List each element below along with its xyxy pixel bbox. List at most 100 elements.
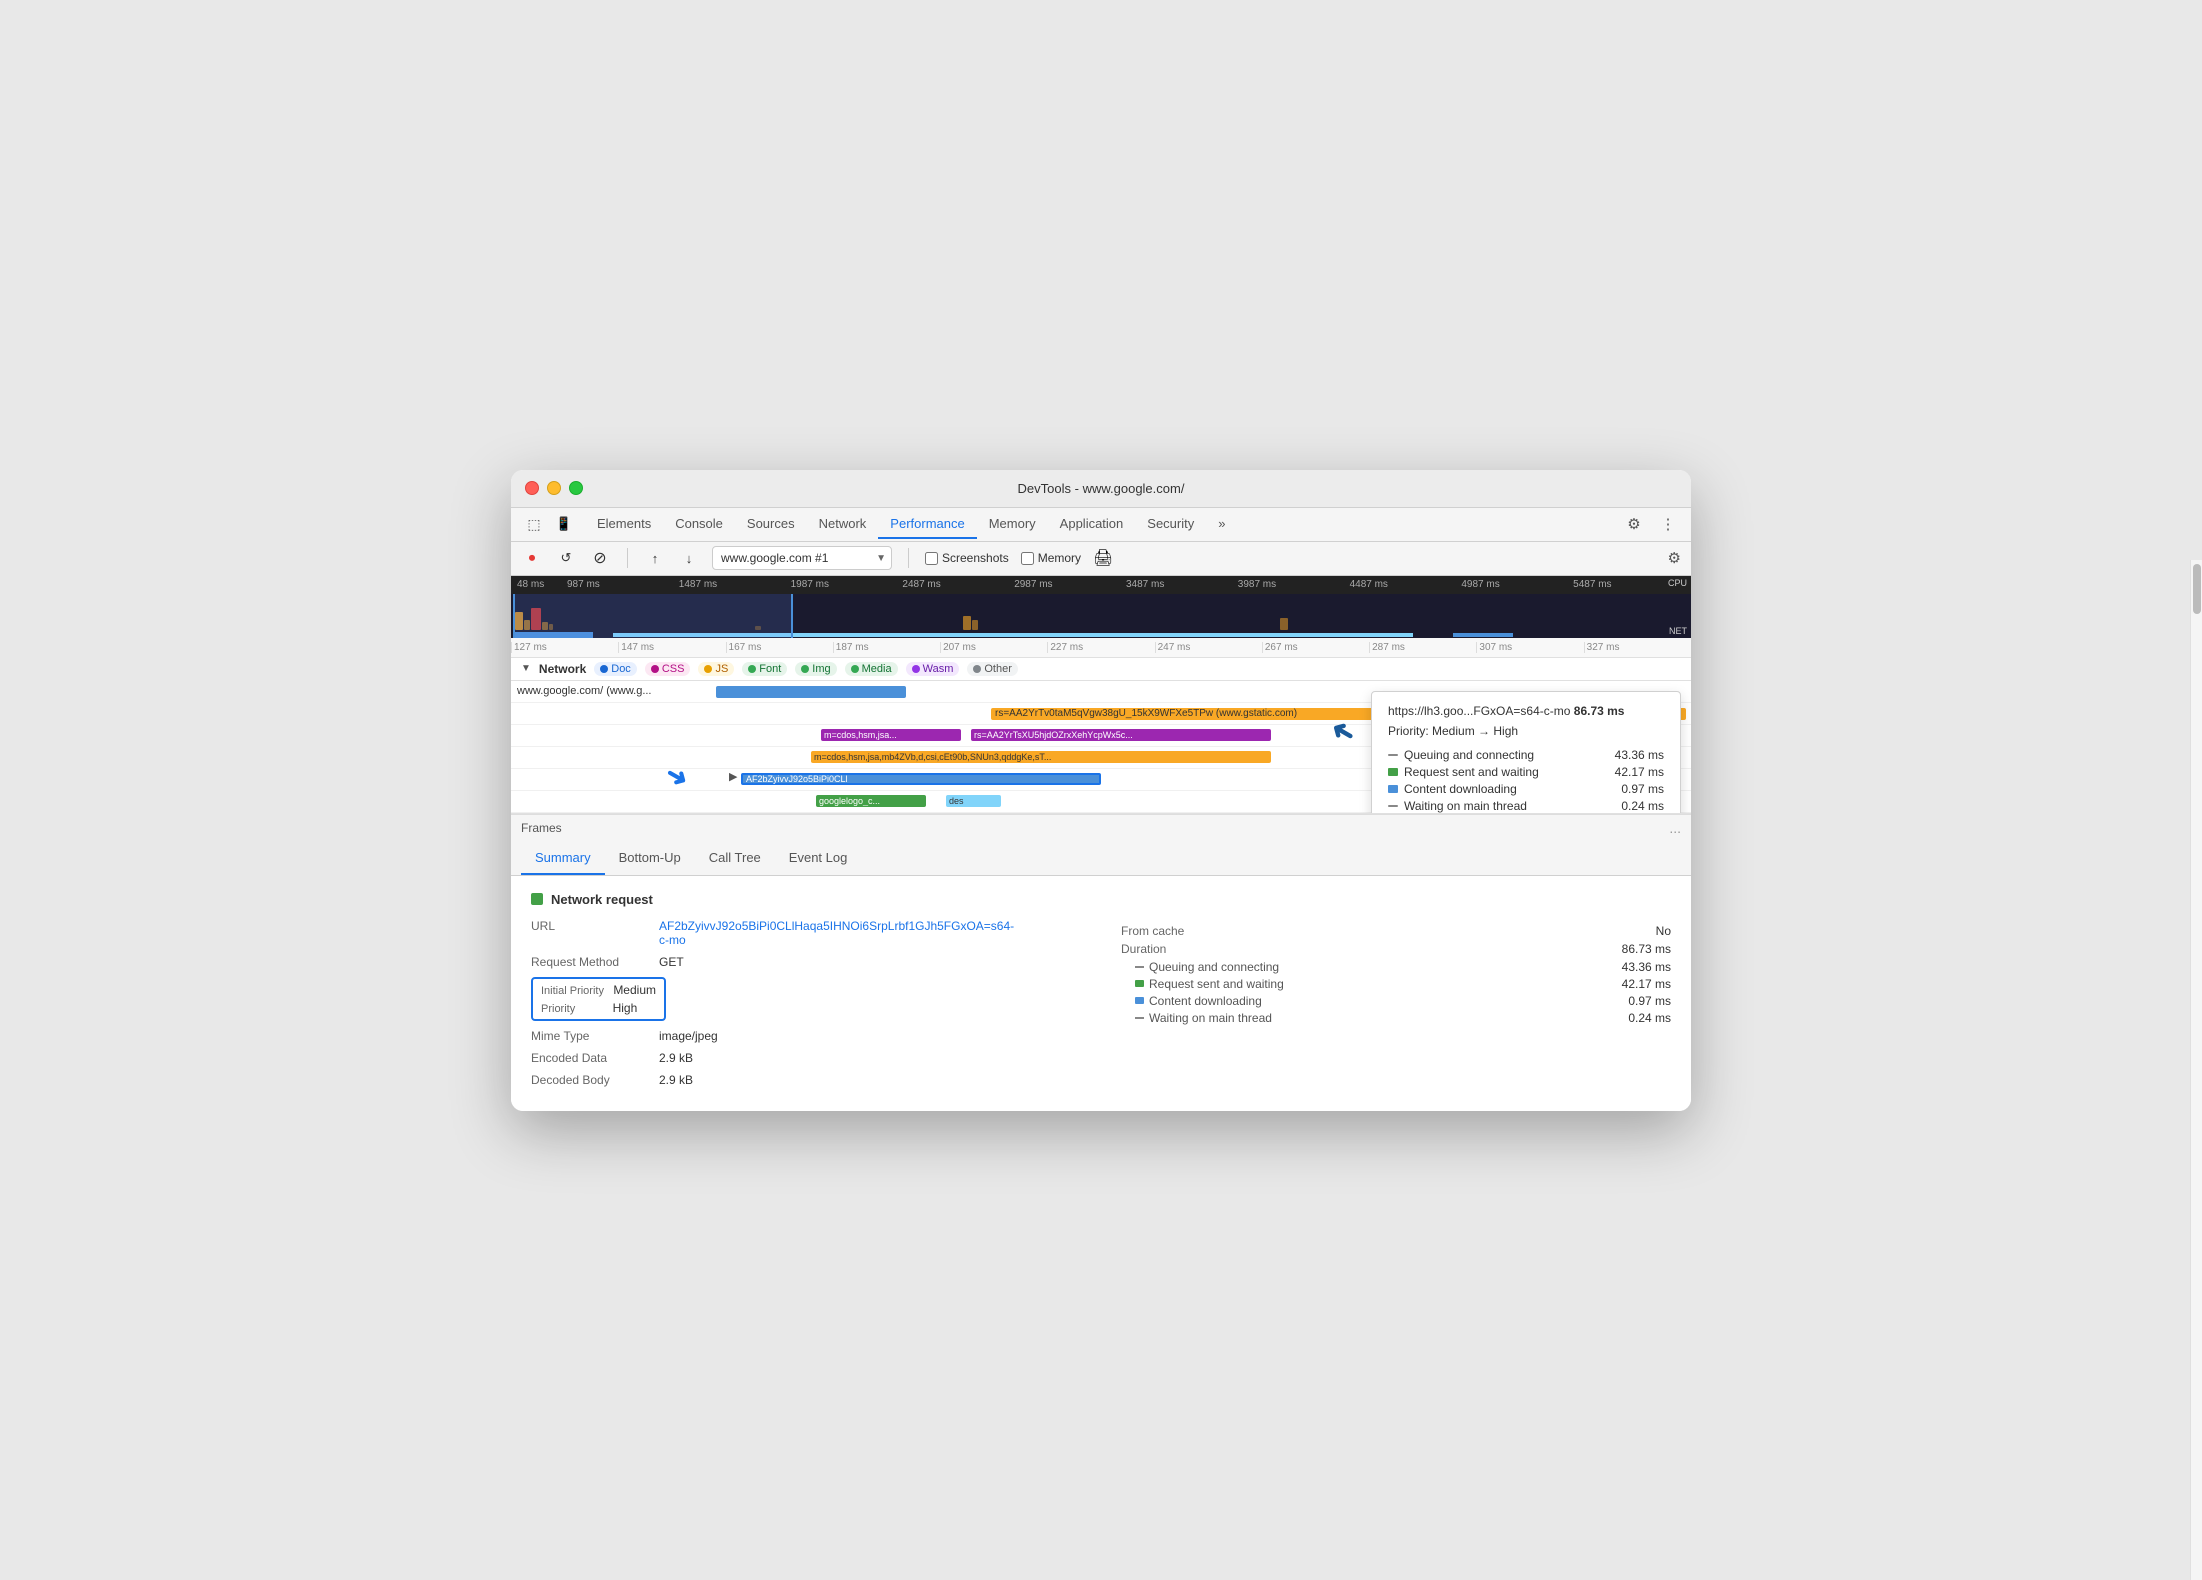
right-sub-row-1: Request sent and waiting 42.17 ms [1121, 977, 1671, 991]
frames-dots: ... [1669, 820, 1681, 836]
mini-line-icon-0 [1135, 966, 1144, 968]
tab-call-tree[interactable]: Call Tree [695, 842, 775, 875]
tab-memory[interactable]: Memory [977, 510, 1048, 539]
row-label-4: m=cdos,hsm,jsa,mb4ZVb,d,csi,cEt90b,SNUn3… [814, 752, 1051, 762]
tooltip-line-icon-3 [1388, 805, 1398, 807]
memory-checkbox[interactable] [1021, 552, 1034, 565]
more-options-icon[interactable]: ⋮ [1655, 511, 1681, 537]
memory-checkbox-group[interactable]: Memory [1021, 551, 1081, 565]
filter-wasm[interactable]: Wasm [906, 662, 960, 676]
section-title-text: Network request [551, 892, 653, 907]
priority-box: Initial Priority Medium Priority High [531, 977, 666, 1021]
tab-summary[interactable]: Summary [521, 842, 605, 875]
initial-priority-label: Initial Priority [541, 985, 604, 997]
filter-doc[interactable]: Doc [594, 662, 637, 676]
settings-icon[interactable]: ⚙ [1621, 511, 1647, 537]
traffic-lights [525, 481, 583, 495]
url-dropdown[interactable]: www.google.com #1 [712, 546, 892, 570]
filter-media[interactable]: Media [845, 662, 898, 676]
frames-bar: Frames ... [511, 814, 1691, 842]
inspector-icon[interactable]: ⬚ [521, 511, 547, 537]
duration-row: Duration 86.73 ms [1121, 942, 1671, 956]
refresh-record-button[interactable]: ↺ [555, 547, 577, 569]
ruler-307: 307 ms [1476, 642, 1583, 653]
network-timeline: ▼ Network Doc CSS JS Font Img Media Wasm… [511, 658, 1691, 814]
section-dot-icon [531, 893, 543, 905]
minimize-button[interactable] [547, 481, 561, 495]
tab-application[interactable]: Application [1048, 510, 1136, 539]
filter-css[interactable]: CSS [645, 662, 691, 676]
url-row: URL AF2bZyivvJ92o5BiPi0CLlHaqa5IHNOi6Srp… [531, 919, 1081, 947]
decoded-body-row: Decoded Body 2.9 kB [531, 1073, 1081, 1087]
tooltip-line-icon-0 [1388, 754, 1398, 756]
maximize-button[interactable] [569, 481, 583, 495]
tab-sources[interactable]: Sources [735, 510, 807, 539]
screenshots-checkbox-group[interactable]: Screenshots [925, 551, 1009, 565]
row-label-6: googlelogo_c... [819, 796, 880, 806]
frames-label: Frames [521, 821, 562, 835]
performance-settings-icon[interactable]: ⚙ [1668, 549, 1681, 567]
record-button[interactable]: ⏺ [521, 547, 543, 569]
tooltip-row-1: Request sent and waiting 42.17 ms [1388, 765, 1664, 779]
url-value: AF2bZyivvJ92o5BiPi0CLlHaqa5IHNOi6SrpLrbf… [659, 919, 1014, 947]
mime-type-label: Mime Type [531, 1029, 651, 1043]
tab-console[interactable]: Console [663, 510, 735, 539]
detailed-ruler: 127 ms 147 ms 167 ms 187 ms 207 ms 227 m… [511, 638, 1691, 658]
priority-label: Priority [541, 1003, 575, 1015]
from-cache-row: From cache No [1121, 924, 1671, 938]
network-collapse-icon[interactable]: ▼ [521, 663, 531, 674]
ruler-label-0: 48 ms [517, 579, 567, 590]
encoded-label: Encoded Data [531, 1051, 651, 1065]
duration-value: 86.73 ms [1622, 942, 1671, 956]
tab-event-log[interactable]: Event Log [775, 842, 862, 875]
close-button[interactable] [525, 481, 539, 495]
device-icon[interactable]: 📱 [551, 511, 577, 537]
mini-bar-icon-1 [1135, 980, 1144, 987]
section-title: Network request [531, 892, 1081, 907]
tab-elements[interactable]: Elements [585, 510, 663, 539]
right-sub-row-0: Queuing and connecting 43.36 ms [1121, 960, 1671, 974]
memory-icon[interactable]: 🖨 [1093, 548, 1113, 568]
upload-button[interactable]: ↑ [644, 547, 666, 569]
screenshots-label: Screenshots [942, 551, 1009, 565]
tab-network[interactable]: Network [807, 510, 879, 539]
row-label-0: www.google.com/ (www.g... [517, 685, 717, 697]
tooltip-row-2: Content downloading 0.97 ms [1388, 782, 1664, 796]
download-button[interactable]: ↓ [678, 547, 700, 569]
row-label-1: rs=AA2YrTv0taM5qVgw38gU_15kX9WFXe5TPw (w… [995, 708, 1297, 719]
tab-bottom-up[interactable]: Bottom-Up [605, 842, 695, 875]
tooltip-priority: Priority: Medium → High [1388, 724, 1664, 738]
tab-performance[interactable]: Performance [878, 510, 976, 539]
ruler-187: 187 ms [833, 642, 940, 653]
ruler-287: 287 ms [1369, 642, 1476, 653]
filter-font[interactable]: Font [742, 662, 787, 676]
clear-button[interactable]: ⊘ [589, 547, 611, 569]
network-header: ▼ Network Doc CSS JS Font Img Media Wasm… [511, 658, 1691, 681]
memory-label: Memory [1038, 551, 1081, 565]
request-method-row: Request Method GET [531, 955, 1081, 969]
filter-img[interactable]: Img [795, 662, 836, 676]
row-label-5: AF2bZyivvJ92o5BiPi0CLl [746, 774, 848, 784]
ruler-label-3: 1987 ms [791, 579, 903, 590]
filter-other[interactable]: Other [967, 662, 1018, 676]
more-tabs-button[interactable]: » [1206, 510, 1237, 539]
ruler-label-8: 4487 ms [1350, 579, 1462, 590]
ruler-label-2: 1487 ms [679, 579, 791, 590]
ruler-label-7: 3987 ms [1238, 579, 1350, 590]
tooltip-row-3: Waiting on main thread 0.24 ms [1388, 799, 1664, 813]
url-link[interactable]: AF2bZyivvJ92o5BiPi0CLlHaqa5IHNOi6SrpLrbf… [659, 919, 1014, 947]
ruler-227: 227 ms [1047, 642, 1154, 653]
priority-inner: Priority High [541, 1001, 637, 1015]
net-label: NET [1669, 626, 1687, 636]
url-selector[interactable]: www.google.com #1 ▼ [712, 546, 892, 570]
filter-js[interactable]: JS [698, 662, 734, 676]
ruler-127: 127 ms [511, 642, 618, 653]
request-method-value: GET [659, 955, 684, 969]
screenshots-checkbox[interactable] [925, 552, 938, 565]
decoded-label: Decoded Body [531, 1073, 651, 1087]
timeline-overview: 48 ms 987 ms 1487 ms 1987 ms 2487 ms 298… [511, 576, 1691, 638]
decoded-value: 2.9 kB [659, 1073, 693, 1087]
priority-value: High [613, 1001, 638, 1015]
tab-security[interactable]: Security [1135, 510, 1206, 539]
ruler-147: 147 ms [618, 642, 725, 653]
